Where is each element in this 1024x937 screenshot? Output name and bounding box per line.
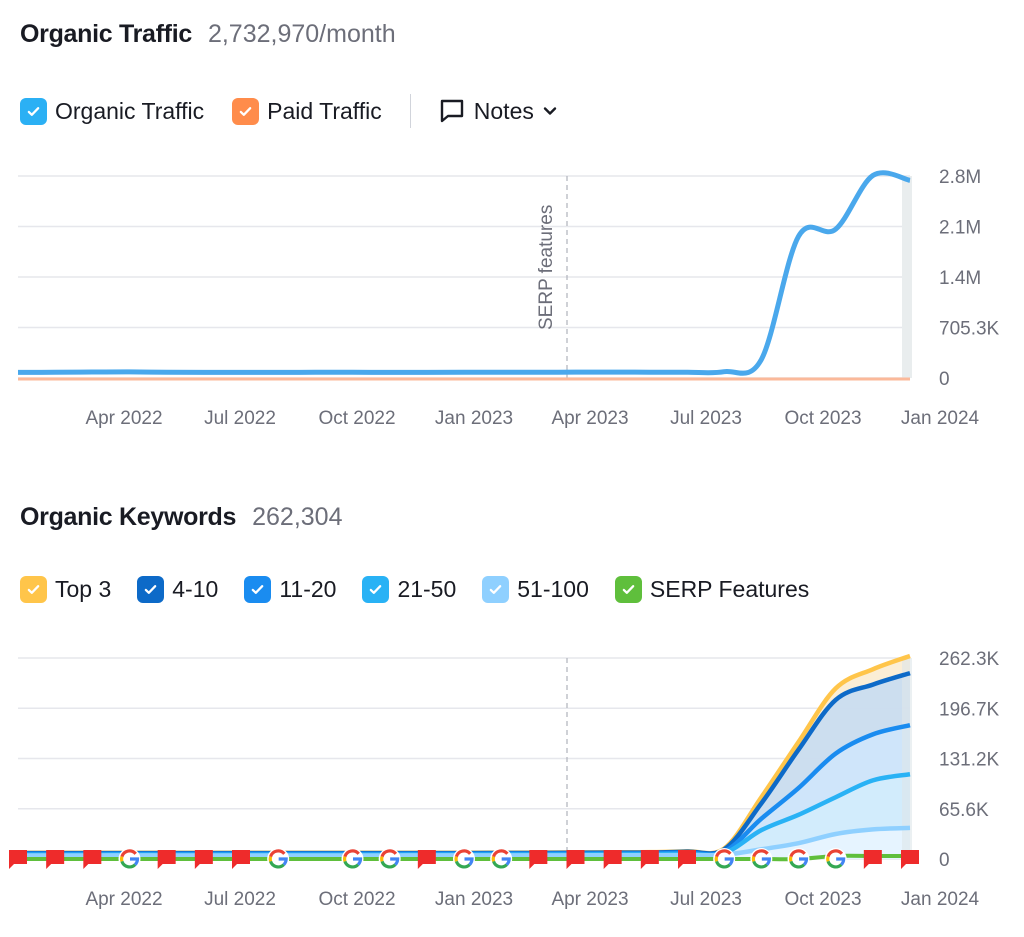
y-tick-label: 65.6K [939, 800, 989, 821]
flag-marker-icon [863, 850, 882, 869]
flag-marker-icon [417, 850, 436, 869]
google-marker-icon [750, 848, 773, 870]
flag-marker-icon [529, 850, 548, 869]
x-tick-label: Jan 2023 [435, 889, 513, 910]
google-marker-icon [453, 848, 475, 870]
x-tick-label: Apr 2023 [551, 889, 628, 910]
google-marker-icon [490, 848, 513, 870]
flag-marker-icon [232, 850, 250, 869]
flag-marker-icon [157, 850, 176, 869]
flag-marker-icon [9, 850, 27, 869]
x-tick-label: Oct 2023 [784, 889, 861, 910]
google-marker-icon [267, 848, 290, 870]
keywords-chart: 0 65.6K 131.2K 196.7K 262.3K Apr 2022 Jul 2022… [9, 649, 1000, 910]
y-tick-label: 196.7K [939, 699, 1000, 720]
x-tick-label: Jul 2022 [204, 889, 276, 910]
x-tick-label: Apr 2022 [85, 889, 162, 910]
flag-marker-icon [603, 850, 622, 869]
flag-marker-icon [678, 850, 696, 869]
google-marker-icon [341, 848, 364, 870]
google-marker-icon [824, 848, 847, 870]
y-tick-label: 0 [939, 850, 950, 871]
flag-marker-icon [640, 850, 659, 869]
flag-marker-icon [566, 850, 585, 869]
x-tick-label: Jan 2024 [901, 889, 980, 910]
flag-marker-icon [194, 850, 213, 869]
flag-marker-icon [83, 850, 102, 869]
y-tick-label: 262.3K [939, 649, 1000, 670]
google-marker-icon [787, 848, 810, 870]
google-marker-icon [118, 848, 141, 870]
y-tick-label: 131.2K [939, 750, 1000, 771]
google-marker-icon [713, 848, 736, 870]
flag-marker-icon [46, 850, 65, 869]
flag-marker-icon [901, 850, 919, 869]
x-tick-label: Jul 2023 [670, 889, 742, 910]
x-tick-label: Oct 2022 [318, 889, 395, 910]
google-marker-icon [378, 848, 401, 870]
